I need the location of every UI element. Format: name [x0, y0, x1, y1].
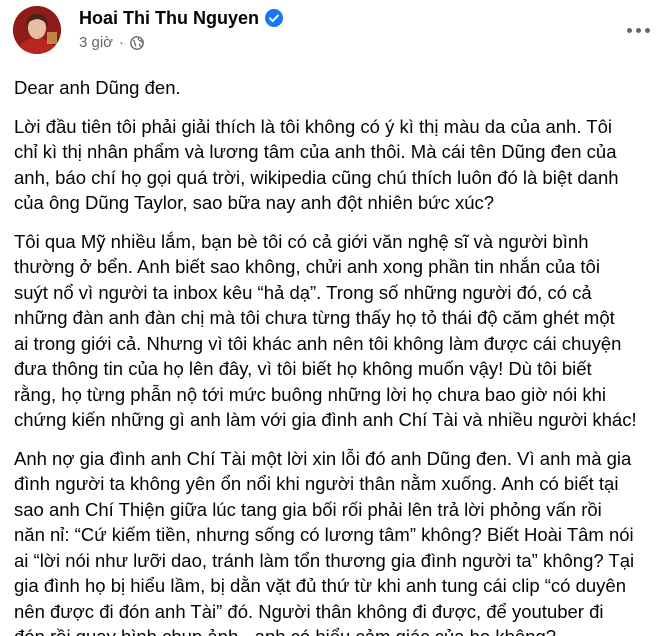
post-meta: 3 giờ · — [79, 34, 144, 51]
author-line: Hoai Thi Thu Nguyen — [79, 6, 283, 30]
post-header: Hoai Thi Thu Nguyen 3 giờ · — [0, 0, 672, 64]
facebook-post: Hoai Thi Thu Nguyen 3 giờ · Dear anh Dũn… — [0, 0, 672, 636]
meta-separator: · — [119, 34, 125, 51]
text-line: nên được đi đón anh Tài” đó. Người thân … — [14, 600, 604, 622]
text-line: ai “lời nói như lưỡi dao, tránh làm tổn … — [14, 549, 635, 571]
text-line: thường ở bển. Anh biết sao không, chửi a… — [14, 256, 600, 277]
post-timestamp[interactable]: 3 giờ — [79, 34, 113, 51]
verified-badge-icon — [265, 9, 283, 27]
post-body: Dear anh Dũng đen. Lời đầu tiên tôi phải… — [14, 75, 664, 636]
more-dot — [635, 27, 641, 33]
avatar-image-icon — [13, 6, 61, 54]
text-line: gia đình họ bị hiểu lầm, bị dằn vặt đủ t… — [14, 575, 627, 596]
text-line: Anh nợ gia đình anh Chí Tài một lời xin … — [14, 447, 632, 469]
text-line: chứng kiến những gì anh làm với gia đình… — [14, 409, 637, 430]
text-line: ai trong giới cả. Nhưng vì tôi khác anh … — [14, 332, 622, 354]
text-line: anh, báo chí họ gọi quá trời, wikipedia … — [14, 166, 619, 188]
text-line: đưa thông tin của họ lên đây, vì tôi biế… — [14, 358, 592, 379]
text-line: Dear anh Dũng đen. — [14, 77, 181, 98]
text-line: những đàn anh đàn chị mà tôi chưa từng t… — [14, 307, 615, 328]
more-dot — [626, 27, 632, 33]
text-line: đình người ta không yên ổn nổi khi người… — [14, 473, 619, 494]
text-line: sao anh Chí Thiện giữa lúc tang gia bối … — [14, 498, 602, 520]
text-line: Tôi qua Mỹ nhiều lắm, bạn bè tôi có cả g… — [14, 230, 589, 252]
text-line: đón rồi quay hình chụp ảnh - anh có hiểu… — [14, 624, 664, 636]
post-paragraph: Tôi qua Mỹ nhiều lắm, bạn bè tôi có cả g… — [14, 229, 664, 433]
author-avatar[interactable] — [13, 6, 61, 54]
text-line: chỉ kì thị nhân phẩm và lương tâm của an… — [14, 141, 617, 162]
author-name[interactable]: Hoai Thi Thu Nguyen — [79, 6, 259, 30]
post-paragraph: Dear anh Dũng đen. — [14, 75, 664, 101]
more-dot — [644, 27, 650, 33]
text-line: suýt nổ vì người ta inbox kêu “hả dạ”. T… — [14, 281, 592, 303]
more-options-icon[interactable] — [620, 18, 656, 42]
post-paragraph: Lời đầu tiên tôi phải giải thích là tôi … — [14, 114, 664, 216]
text-line: rằng, họ từng phẫn nộ tới mức buông nhữn… — [14, 383, 606, 405]
post-paragraph: Anh nợ gia đình anh Chí Tài một lời xin … — [14, 446, 664, 636]
globe-icon[interactable] — [130, 35, 144, 50]
text-line: Lời đầu tiên tôi phải giải thích là tôi … — [14, 115, 612, 137]
text-line: của ông Dũng Taylor, sao bữa nay anh đột… — [14, 192, 495, 213]
text-line: năn nỉ: “Cứ kiếm tiền, nhưng sống có lươ… — [14, 524, 634, 545]
